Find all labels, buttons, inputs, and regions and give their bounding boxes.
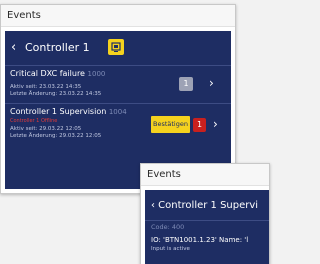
device-icon[interactable] (108, 39, 124, 55)
event-title: Controller 1 Supervision 1004 (10, 107, 127, 116)
event-code: 1000 (87, 70, 106, 78)
event-active-since: Aktiv seit: 23.03.22 14:35 (10, 84, 82, 90)
detail-header[interactable]: ‹ Controller 1 Supervi (151, 200, 258, 211)
chevron-right-icon[interactable]: › (209, 76, 214, 90)
window-title: Events (1, 5, 235, 27)
detail-code: Code: 400 (151, 223, 185, 231)
event-active-since: Aktiv seit: 29.03.22 12:05 (10, 126, 82, 132)
event-last-change: Letzte Änderung: 23.03.22 14:35 (10, 91, 102, 97)
detail-io-line: IO: 'BTN1001.1.23' Name: 'l (151, 236, 249, 244)
controller-title[interactable]: Controller 1 (25, 41, 90, 55)
event-code: 1004 (108, 108, 127, 116)
event-status-text: Controller 1 Offline (10, 118, 58, 124)
event-last-change: Letzte Änderung: 29.03.22 12:05 (10, 133, 102, 139)
window-title: Events (141, 164, 269, 186)
chevron-right-icon[interactable]: › (213, 117, 218, 131)
controller-header: ‹ Controller 1 (5, 39, 231, 59)
back-chevron-icon[interactable]: ‹ (11, 40, 16, 56)
event-row[interactable]: Critical DXC failure 1000 Aktiv seit: 23… (5, 65, 231, 103)
event-title-text: Critical DXC failure (10, 69, 85, 78)
event-title-text: Controller 1 Supervision (10, 107, 107, 116)
event-row[interactable]: Controller 1 Supervision 1004 Controller… (5, 103, 231, 155)
detail-io-status: Input is active (151, 246, 190, 252)
divider (145, 220, 269, 221)
alarm-counter-badge: 1 (193, 118, 206, 132)
event-title: Critical DXC failure 1000 (10, 69, 105, 78)
confirm-button[interactable]: Bestätigen (151, 116, 190, 133)
event-detail-window: Events ‹ Controller 1 Supervi Code: 400 … (140, 163, 270, 264)
event-detail-panel: ‹ Controller 1 Supervi Code: 400 IO: 'BT… (145, 190, 269, 264)
event-counter-badge: 1 (179, 77, 193, 91)
